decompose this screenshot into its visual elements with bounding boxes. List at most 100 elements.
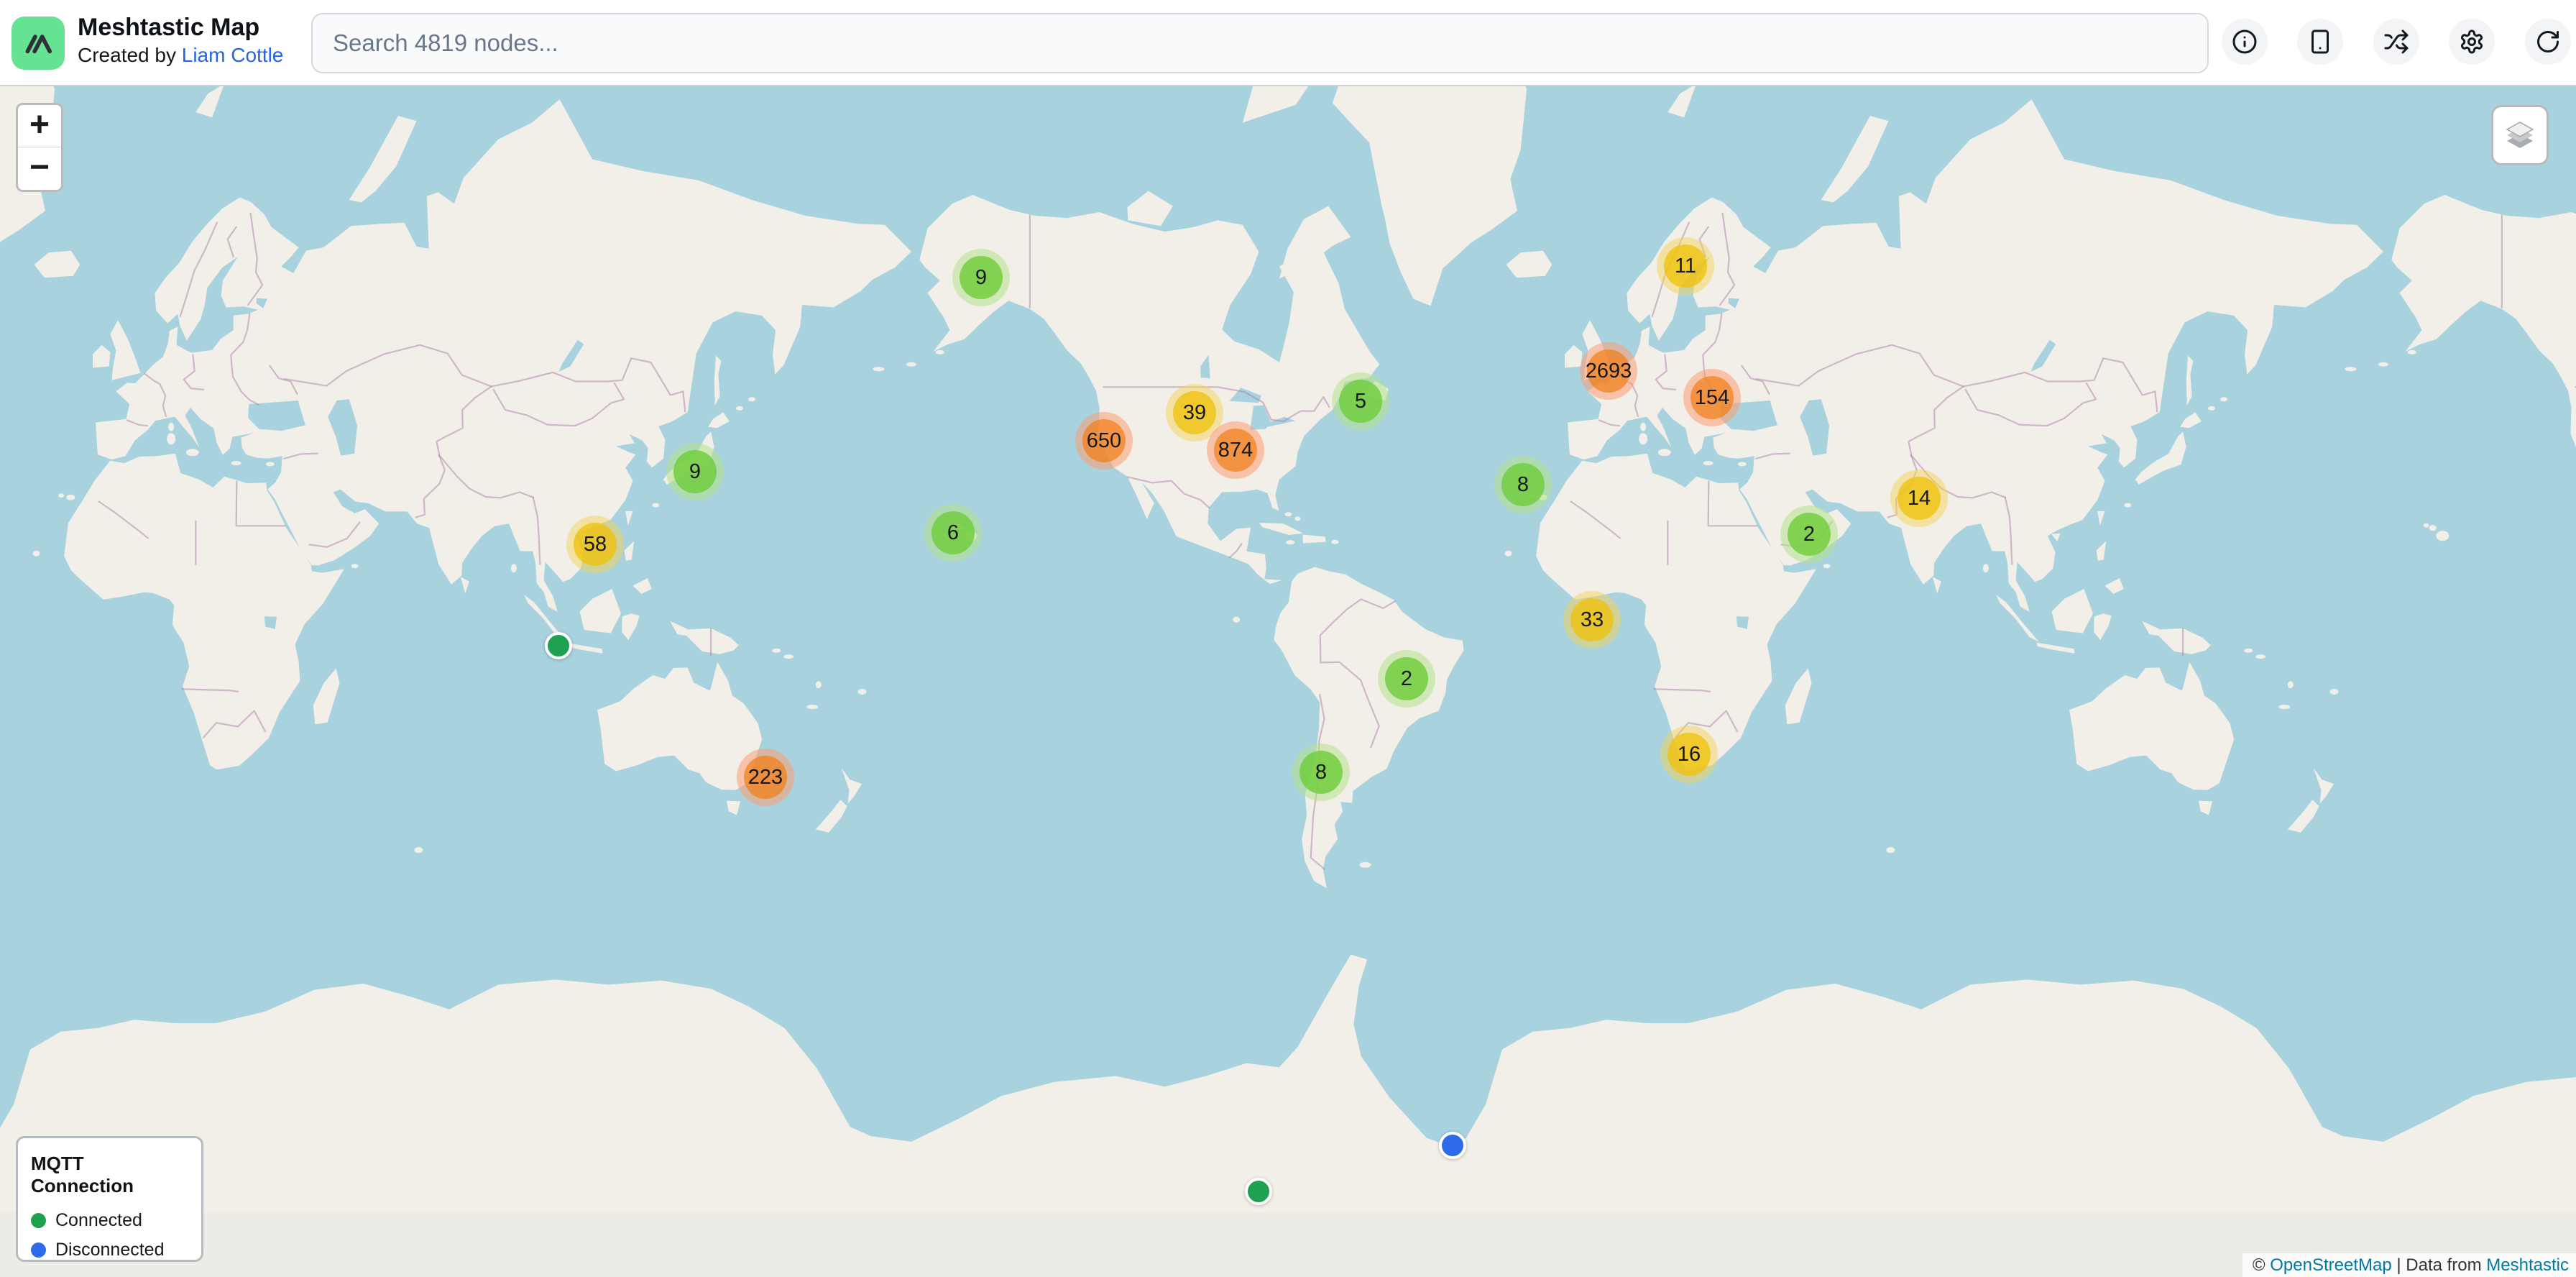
island: [2124, 503, 2131, 508]
island: [772, 649, 781, 653]
cluster-marker[interactable]: 11: [1657, 237, 1714, 295]
cluster-marker[interactable]: 874: [1207, 421, 1264, 479]
shuffle-button[interactable]: [2373, 19, 2419, 65]
cluster-count: 223: [744, 756, 787, 799]
mobile-app-button[interactable]: [2297, 19, 2343, 65]
cluster-count: 154: [1690, 376, 1734, 419]
smartphone-icon: [2307, 29, 2333, 55]
node-dot-connected[interactable]: [1245, 1178, 1272, 1205]
layers-icon: [2503, 118, 2537, 152]
cluster-count: 5: [1339, 380, 1382, 423]
cluster-count: 2: [1788, 513, 1831, 556]
island: [748, 397, 755, 401]
island: [936, 350, 944, 354]
island: [1286, 540, 1294, 544]
search-input[interactable]: [311, 13, 2209, 73]
island: [2244, 649, 2253, 653]
island: [2288, 681, 2294, 688]
island: [1284, 512, 1292, 516]
osm-link[interactable]: OpenStreetMap: [2270, 1255, 2391, 1275]
island: [1886, 847, 1895, 853]
legend-dot-disconnected: [31, 1242, 46, 1258]
copyright-text: ©: [2253, 1255, 2270, 1275]
cluster-marker[interactable]: 8: [1494, 456, 1552, 513]
island: [736, 406, 743, 411]
cluster-marker[interactable]: 154: [1683, 369, 1741, 426]
island: [2429, 525, 2437, 531]
island: [652, 503, 659, 508]
island: [2408, 350, 2416, 354]
island: [906, 362, 916, 367]
island: [511, 564, 517, 572]
page-title: Meshtastic Map: [78, 13, 283, 42]
island: [2436, 531, 2449, 541]
island: [1233, 617, 1240, 623]
cluster-count: 8: [1501, 463, 1545, 506]
legend-dot-connected: [31, 1213, 46, 1228]
meshtastic-logo-icon: [12, 17, 65, 70]
island: [186, 449, 199, 456]
cluster-marker[interactable]: 33: [1563, 591, 1621, 649]
cluster-marker[interactable]: 14: [1890, 470, 1948, 527]
node-dot-connected[interactable]: [545, 632, 572, 659]
cluster-marker[interactable]: 6: [924, 504, 982, 562]
refresh-button[interactable]: [2525, 19, 2571, 65]
legend-items: ConnectedDisconnected: [31, 1210, 188, 1260]
cluster-marker[interactable]: 9: [666, 443, 724, 500]
cluster-count: 33: [1570, 598, 1614, 641]
info-icon: [2232, 29, 2258, 55]
map-canvas[interactable]: 911269315439565087498145862332822316 + −…: [0, 86, 2576, 1277]
cluster-marker[interactable]: 9: [952, 249, 1010, 306]
byline: Created by Liam Cottle: [78, 42, 283, 69]
cluster-marker[interactable]: 5: [1332, 372, 1389, 430]
cluster-count: 39: [1173, 391, 1216, 434]
title-block: Meshtastic Map Created by Liam Cottle: [78, 13, 283, 69]
info-button[interactable]: [2222, 19, 2268, 65]
cluster-count: 874: [1214, 429, 1257, 472]
island: [2220, 397, 2227, 401]
cluster-marker[interactable]: 650: [1075, 412, 1133, 470]
layers-control[interactable]: [2491, 105, 2549, 165]
world-basemap: [0, 86, 2576, 1277]
island: [168, 423, 174, 431]
island: [816, 681, 822, 688]
legend-item: Disconnected: [31, 1240, 188, 1260]
island: [1639, 433, 1647, 444]
cluster-marker[interactable]: 223: [737, 749, 794, 806]
cluster-marker[interactable]: 58: [566, 516, 624, 573]
zoom-in-button[interactable]: +: [18, 105, 61, 147]
cluster-marker[interactable]: 2: [1378, 650, 1435, 708]
island: [2208, 406, 2215, 411]
island: [414, 847, 423, 853]
byline-prefix: Created by: [78, 44, 182, 66]
meshtastic-link[interactable]: Meshtastic: [2486, 1255, 2569, 1275]
map-geometry: [248, 401, 305, 431]
map-attribution: © OpenStreetMap | Data from Meshtastic: [2242, 1253, 2576, 1277]
cluster-count: 9: [960, 256, 1003, 299]
island: [1658, 449, 1671, 456]
island: [2330, 689, 2339, 695]
island: [1823, 564, 1831, 568]
zoom-out-button[interactable]: −: [18, 147, 61, 190]
island: [1505, 551, 1512, 557]
node-dot-disconnected[interactable]: [1439, 1132, 1466, 1159]
island: [1359, 862, 1371, 868]
cluster-count: 58: [574, 523, 617, 566]
shuffle-icon: [2383, 29, 2409, 55]
cluster-marker[interactable]: 16: [1660, 726, 1718, 783]
author-link[interactable]: Liam Cottle: [182, 44, 284, 66]
island: [351, 564, 359, 568]
cluster-count: 650: [1082, 419, 1126, 462]
island: [33, 551, 40, 557]
cluster-count: 9: [673, 450, 717, 493]
cluster-marker[interactable]: 8: [1292, 743, 1350, 801]
cluster-count: 6: [932, 511, 975, 554]
cluster-marker[interactable]: 2693: [1580, 342, 1637, 400]
cluster-marker[interactable]: 2: [1780, 505, 1838, 563]
settings-button[interactable]: [2449, 19, 2495, 65]
island: [858, 689, 867, 695]
attribution-separator: | Data from: [2392, 1255, 2487, 1275]
island: [2345, 367, 2356, 371]
island: [2378, 362, 2388, 367]
cluster-count: 16: [1668, 733, 1711, 776]
